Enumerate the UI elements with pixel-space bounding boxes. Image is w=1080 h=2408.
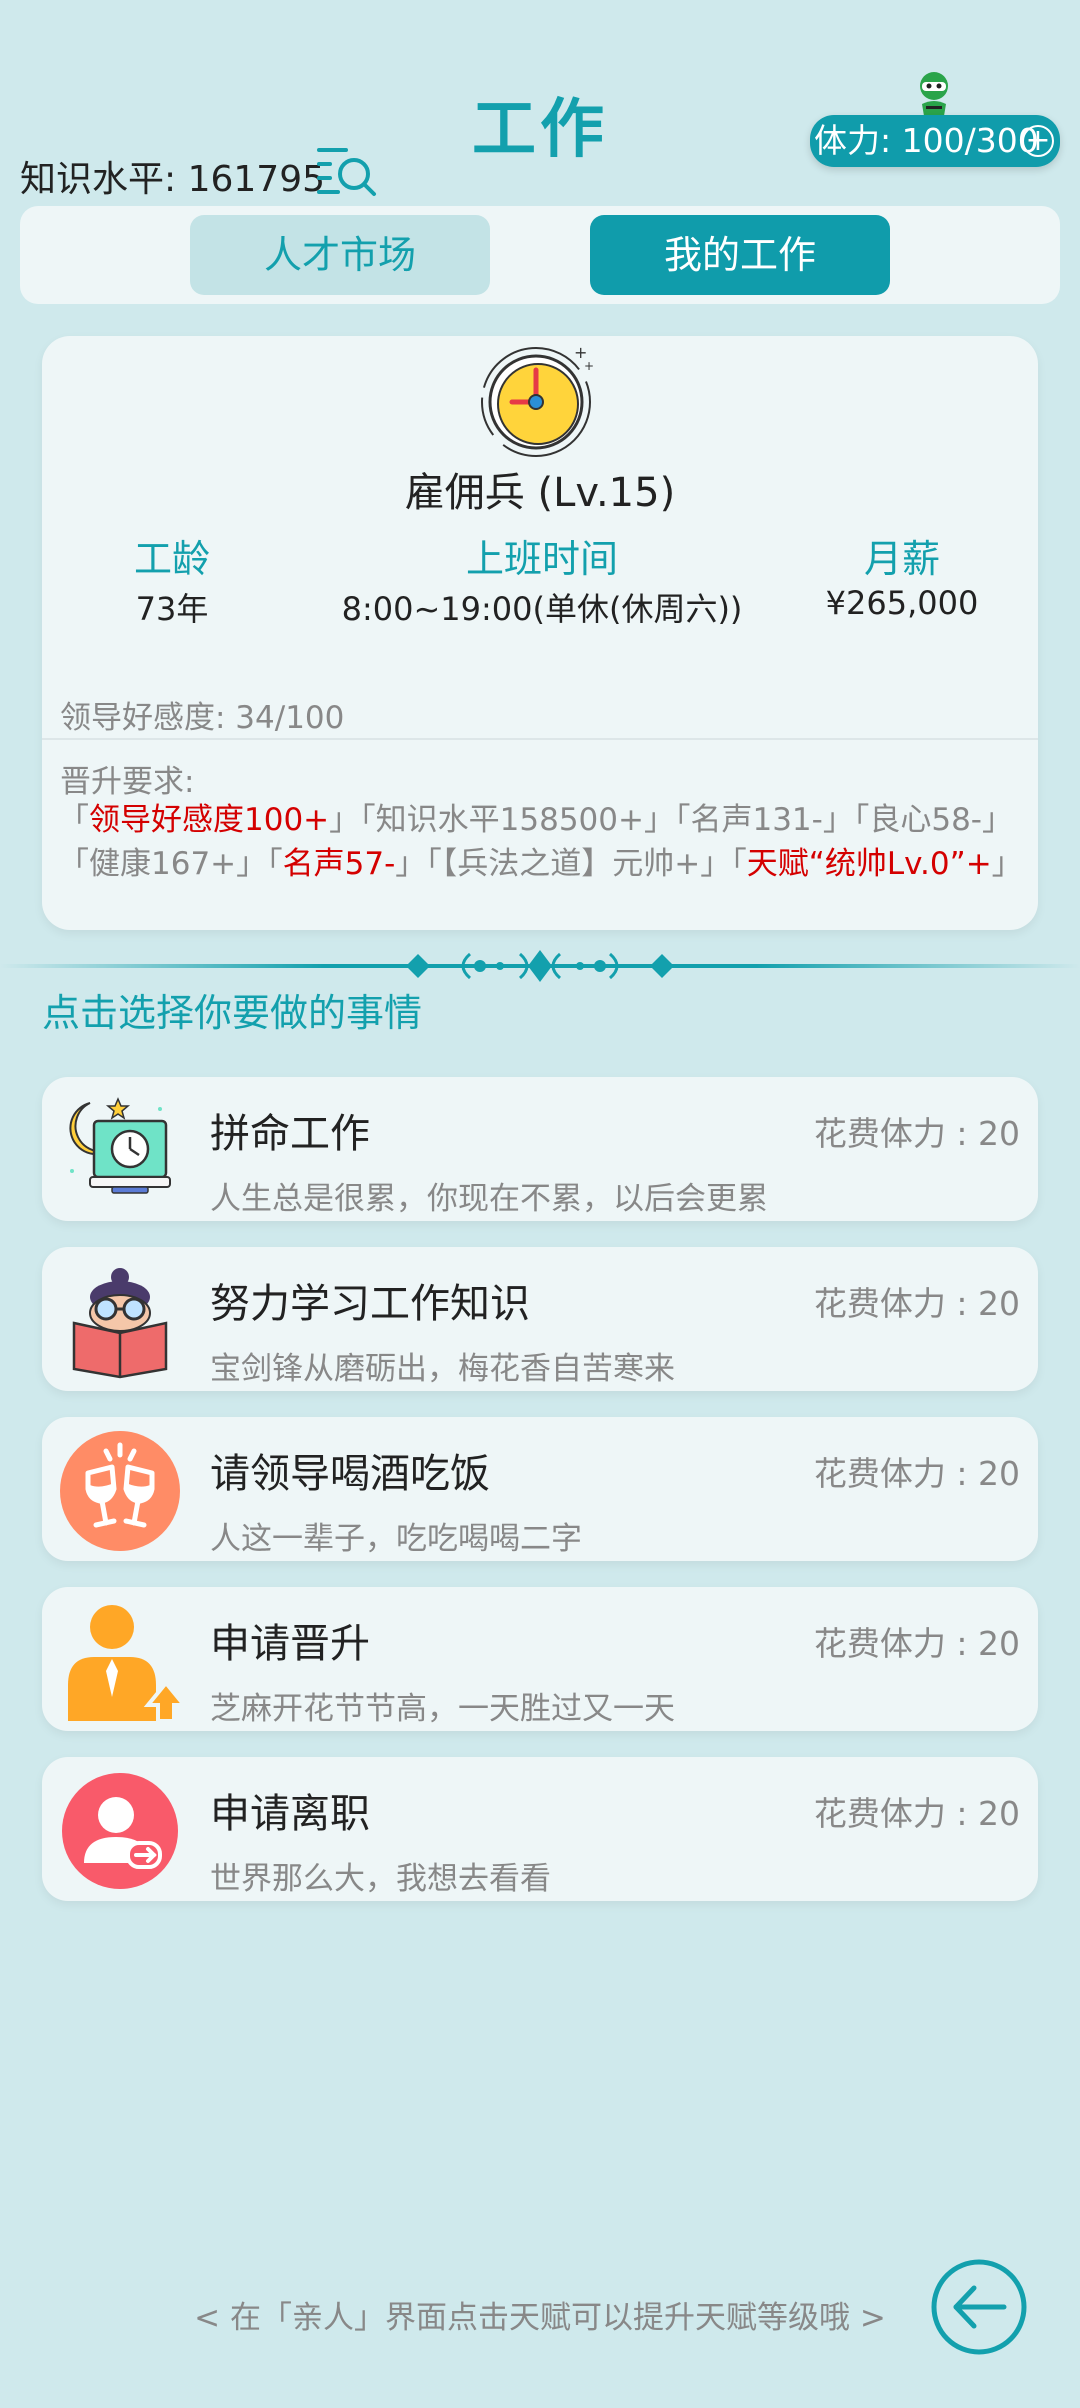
action-name: 努力学习工作知识 [210, 1281, 530, 1327]
ninja-avatar-icon[interactable] [914, 70, 954, 118]
svg-text:+: + [584, 359, 594, 373]
action-study[interactable]: 努力学习工作知识 花费体力 : 20 宝剑锋从磨砺出，梅花香自苦寒来 [42, 1247, 1038, 1391]
requirement-item: 【兵法之道】元帅+ [441, 846, 701, 882]
action-cost: 花费体力 : 20 [813, 1624, 1020, 1663]
tab-bar: 人才市场 我的工作 [20, 206, 1060, 304]
back-arrow-icon[interactable] [930, 2258, 1028, 2356]
tab-talent-market[interactable]: 人才市场 [190, 215, 490, 295]
job-title: 雇佣兵 (Lv.15) [404, 470, 676, 516]
action-cost: 花费体力 : 20 [813, 1114, 1020, 1153]
stamina-label: 体力: 100/300 [814, 121, 1039, 160]
cheers-glasses-icon [60, 1431, 180, 1551]
action-description: 人生总是很累，你现在不累，以后会更累 [210, 1181, 768, 1217]
instruction-text: 点击选择你要做的事情 [42, 991, 423, 1035]
work-hours-value: 8:00~19:00(单休(休周六)) [341, 590, 743, 628]
requirement-item: 名声131- [690, 802, 823, 838]
reading-student-icon [72, 1268, 168, 1379]
action-cost: 花费体力 : 20 [813, 1284, 1020, 1323]
requirement-item: 知识水平158500+ [375, 802, 644, 838]
action-description: 人这一辈子，吃吃喝喝二字 [210, 1521, 582, 1557]
action-resign[interactable]: 申请离职 花费体力 : 20 世界那么大，我想去看看 [42, 1757, 1038, 1901]
tip-text: < 在「亲人」界面点击天赋可以提升天赋等级哦 > [194, 2300, 886, 2336]
action-name: 拼命工作 [210, 1111, 370, 1157]
add-stamina-icon[interactable]: + [1022, 125, 1054, 157]
divider [42, 738, 1038, 740]
seniority-label: 工龄 [133, 537, 210, 581]
stamina-badge[interactable]: 体力: 100/300 + [810, 115, 1060, 167]
job-card: + + 雇佣兵 (Lv.15) 工龄 上班时间 月薪 73年 8:00~19:0… [42, 336, 1038, 930]
moon-computer-icon [69, 1097, 171, 1194]
action-name: 请领导喝酒吃饭 [210, 1451, 490, 1497]
work-hours-label: 上班时间 [465, 537, 618, 581]
ornament-divider [0, 950, 1080, 982]
resign-user-icon [62, 1773, 178, 1889]
requirement-item: 名声57- [282, 846, 396, 882]
action-description: 世界那么大，我想去看看 [210, 1861, 551, 1897]
requirement-item: 健康167+ [89, 846, 237, 882]
promotion-requirements: 「领导好感度100+」「知识水平158500+」「名声131-」「良心58-」「… [58, 802, 1023, 882]
promotion-person-icon [68, 1605, 180, 1721]
requirement-item: 领导好感度100+ [89, 802, 330, 838]
action-treat-leader[interactable]: 请领导喝酒吃饭 花费体力 : 20 人这一辈子，吃吃喝喝二字 [42, 1417, 1038, 1561]
action-name: 申请离职 [210, 1791, 370, 1837]
salary-value: ¥265,000 [825, 584, 979, 622]
promotion-label: 晋升要求: [60, 764, 195, 800]
requirement-item: 良心58- [869, 802, 982, 838]
seniority-value: 73年 [135, 590, 209, 628]
search-list-icon[interactable] [316, 144, 378, 198]
clock-icon: + + [481, 343, 594, 457]
action-work-hard[interactable]: 拼命工作 花费体力 : 20 人生总是很累，你现在不累，以后会更累 [42, 1077, 1038, 1221]
knowledge-level: 知识水平: 161795 [20, 159, 325, 200]
action-description: 宝剑锋从磨砺出，梅花香自苦寒来 [210, 1351, 675, 1387]
leader-favor: 领导好感度: 34/100 [60, 700, 345, 736]
action-description: 芝麻开花节节高，一天胜过又一天 [210, 1691, 675, 1727]
salary-label: 月薪 [863, 537, 940, 581]
action-name: 申请晋升 [210, 1621, 370, 1667]
tab-my-work[interactable]: 我的工作 [590, 215, 890, 295]
action-cost: 花费体力 : 20 [813, 1794, 1020, 1833]
action-cost: 花费体力 : 20 [813, 1454, 1020, 1493]
requirement-item: 天赋“统帅Lv.0”+ [746, 846, 992, 882]
action-request-promotion[interactable]: 申请晋升 花费体力 : 20 芝麻开花节节高，一天胜过又一天 [42, 1587, 1038, 1731]
